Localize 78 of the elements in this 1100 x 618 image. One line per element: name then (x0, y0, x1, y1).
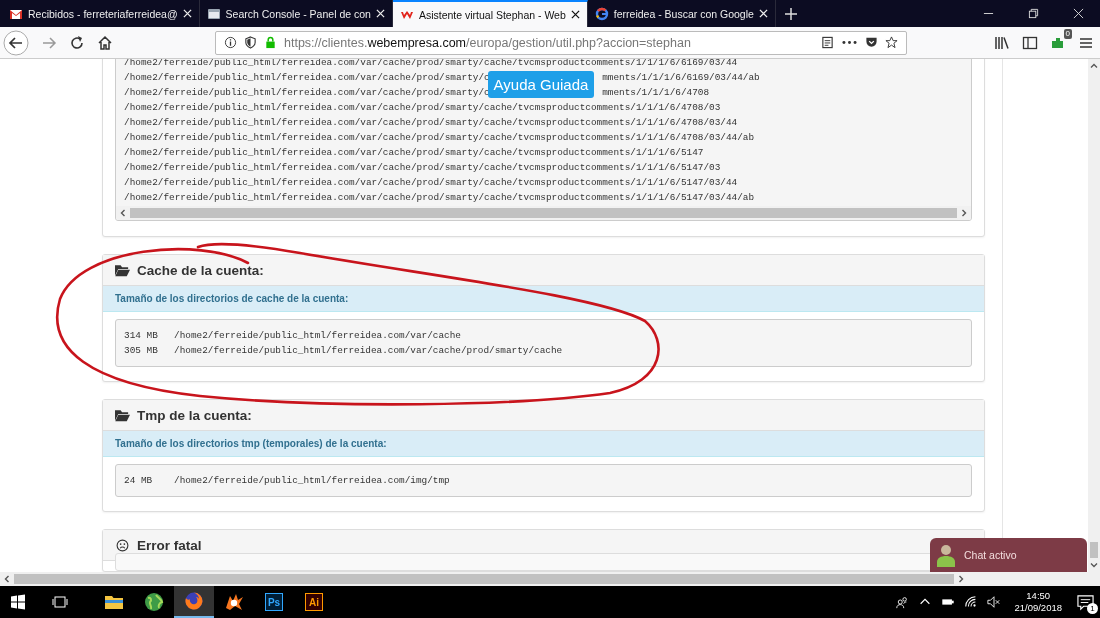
folder-icon (115, 263, 130, 277)
wifi-icon[interactable] (964, 595, 979, 609)
scroll-thumb[interactable] (1090, 542, 1098, 558)
path-line: /home2/ferreide/public_html/ferreidea.com/img/tmp (174, 475, 450, 486)
back-icon[interactable] (3, 29, 29, 56)
taskbar-app[interactable]: Ps (254, 586, 294, 618)
path-line: /home2/ferreide/public_html/ferreidea.com/var/cache (174, 330, 461, 341)
splat-logo-icon (224, 592, 244, 612)
pocket-icon[interactable] (865, 36, 878, 49)
notification-icon[interactable] (1076, 593, 1094, 611)
muted-speaker-icon[interactable] (987, 595, 1002, 609)
path-line: /home2/ferreide/public_html/ferreidea.com/var/cache/prod/smarty/cache (174, 345, 563, 356)
fox-globe-icon (184, 591, 204, 611)
path-line: /home2/ferreide/public_html/ferreidea.com/var/cache/prod/smarty/cache/tvcmsproductcomments/1/1/1/6/4708/03/44/ab (124, 132, 755, 143)
path-line: /home2/ferreide/public_html/ferreidea.com/var/cache/prod/smarty/cache/tvcmsproductcomments/1/1/1/6/6169/03/44 (124, 59, 738, 68)
folder-icon (115, 408, 130, 422)
extension-badge: 0 (1063, 28, 1072, 39)
vertical-scrollbar[interactable] (1088, 59, 1100, 572)
horizontal-scrollbar[interactable] (116, 206, 971, 220)
clock[interactable]: 14:50 21/09/2018 (1014, 590, 1062, 614)
new-tab-icon[interactable] (783, 6, 798, 21)
path-line: /home2/ferreide/public_html/ferreidea.com/var/cache/prod/smarty/cache/tvcmsproductcomments/1/1/1/6/5147 (124, 147, 704, 158)
scroll-right-icon[interactable] (956, 574, 966, 584)
shield-icon (244, 36, 257, 49)
chat-widget[interactable]: Chat activo (930, 538, 1087, 572)
path-line: mments/1/1/1/6/4708 (602, 87, 710, 98)
reader-view-icon[interactable] (821, 36, 834, 49)
scroll-left-icon[interactable] (2, 574, 12, 584)
path-line: /home2/ferreide/public_html/ferreidea.com/var/cache/prod/smarty/cache/tvcmsproductcomments/1/1/1/6/5147/03/44 (124, 177, 738, 188)
browser-tab[interactable]: Asistente virtual Stephan - Web (392, 0, 588, 27)
notification-count: 1 (1087, 602, 1098, 614)
path-line: /home2/ferreide/public_html/ferreidea.com/var/cache/prod/smarty/cache/tvcmsproductcomments/1/1/1/6/5147/03 (124, 162, 721, 173)
windows-logo-icon[interactable] (10, 594, 26, 610)
path-line: /home2/ferreide/public_html/ferreidea.com/var/cache/prod/smarty/c (124, 72, 490, 83)
horizontal-scrollbar[interactable] (0, 572, 1100, 586)
task-view-icon[interactable] (52, 594, 68, 610)
info-text: Tamaño de los directorios tmp (temporales) de la cuenta: (115, 438, 387, 449)
sad-face-icon (115, 538, 130, 552)
taskbar-app[interactable] (174, 586, 214, 618)
panel-title: Error fatal (137, 537, 202, 553)
path-line: /home2/ferreide/public_html/ferreidea.com/var/cache/prod/smarty/cache/tvcmsproductcomments/1/1/1/6/4708/03 (124, 102, 721, 113)
url-text: https://clientes.webempresa.com/europa/gestion/util.php?accion=stephan (284, 35, 691, 50)
home-icon[interactable] (97, 34, 113, 51)
panel-title: Cache de la cuenta: (137, 262, 264, 278)
panel-title: Tmp de la cuenta: (137, 407, 252, 423)
info-text: Tamaño de los directorios de cache de la cuenta: (115, 293, 349, 304)
window-icon (206, 6, 221, 21)
reload-icon[interactable] (69, 34, 85, 51)
padlock-icon (264, 36, 277, 49)
size-text: 305 MB (124, 344, 159, 358)
scroll-thumb[interactable] (14, 574, 954, 584)
scroll-down-icon[interactable] (1089, 560, 1099, 570)
size-text: 314 MB (124, 329, 159, 343)
sidebar-icon[interactable] (1022, 34, 1038, 51)
info-icon (224, 36, 237, 49)
date-text: 21/09/2018 (1014, 602, 1062, 614)
restore-icon[interactable] (1028, 8, 1039, 19)
path-line: /home2/ferreide/public_html/ferreidea.com/var/cache/prod/smarty/c (124, 87, 490, 98)
path-line: /home2/ferreide/public_html/ferreidea.com/var/cache/prod/smarty/cache/tvcmsproductcomments/1/1/1/6/4708/03/44 (124, 117, 738, 128)
scroll-left-icon[interactable] (118, 208, 128, 218)
address-field[interactable]: https://clientes.webempresa.com/europa/gestion/util.php?accion=stephan (215, 30, 907, 55)
time-text: 14:50 (1026, 590, 1051, 602)
taskbar-app[interactable]: Ai (294, 586, 334, 618)
close-icon[interactable] (570, 10, 580, 19)
path-line: mments/1/1/1/6/6169/03/44/ab (602, 72, 760, 83)
globe-icon (144, 592, 164, 612)
g-logo-icon (594, 6, 609, 21)
scroll-up-icon[interactable] (1089, 61, 1099, 71)
size-text: 24 MB (124, 474, 154, 488)
person-icon (936, 543, 956, 567)
scroll-right-icon[interactable] (959, 208, 969, 218)
scroll-thumb[interactable] (130, 208, 957, 218)
chat-label: Chat activo (964, 549, 1017, 561)
path-line: /home2/ferreide/public_html/ferreidea.com/var/cache/prod/smarty/cache/tvcmsproductcomments/1/1/1/6/5147/03/44/ab (124, 192, 755, 203)
library-icon[interactable] (994, 34, 1010, 51)
star-icon[interactable] (885, 36, 898, 49)
people-icon[interactable] (895, 595, 910, 609)
forward-icon[interactable] (41, 34, 57, 51)
